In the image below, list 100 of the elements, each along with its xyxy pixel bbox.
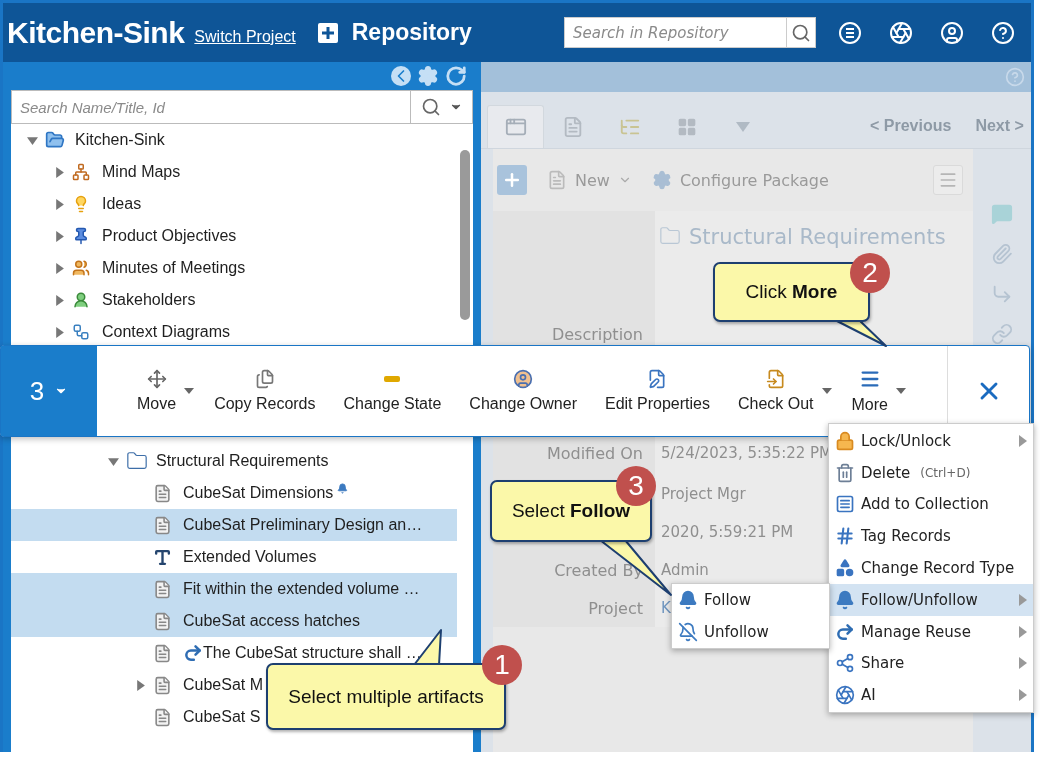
menu-item[interactable]: Add to Collection bbox=[829, 488, 1033, 521]
document-icon bbox=[153, 611, 172, 631]
aperture-icon[interactable] bbox=[889, 20, 913, 45]
expand-toggle-icon[interactable] bbox=[53, 262, 65, 274]
tree-item[interactable]: Structural Requirements bbox=[11, 445, 457, 477]
document-icon bbox=[153, 643, 172, 663]
plus-icon[interactable] bbox=[317, 22, 338, 43]
document-icon bbox=[153, 483, 172, 503]
tree-item-label: Structural Requirements bbox=[156, 452, 329, 470]
expand-toggle-icon[interactable] bbox=[26, 134, 38, 146]
field-label: Modified On bbox=[546, 443, 643, 463]
tree-item-label: Context Diagrams bbox=[102, 323, 231, 341]
tree-item[interactable]: Minutes of Meetings bbox=[11, 252, 457, 284]
settings-icon[interactable] bbox=[417, 65, 439, 87]
menu-item[interactable]: Follow bbox=[672, 584, 829, 616]
toolbar-button[interactable]: Edit Properties bbox=[591, 369, 724, 413]
menu-item[interactable]: Tag Records bbox=[829, 520, 1033, 553]
selection-count-button[interactable]: 3 bbox=[1, 346, 97, 436]
menu-item[interactable]: Share bbox=[829, 647, 1033, 680]
check-out-icon bbox=[765, 369, 786, 389]
tree-item[interactable]: Context Diagrams bbox=[11, 316, 457, 348]
tree-item[interactable]: Mind Maps bbox=[11, 156, 457, 188]
section-title: Repository bbox=[351, 19, 472, 46]
record-heading: Structural Requirements bbox=[689, 225, 946, 249]
pin-icon bbox=[72, 227, 90, 245]
menu-item[interactable]: Lock/Unlock bbox=[829, 425, 1033, 457]
scrollbar-thumb[interactable] bbox=[460, 150, 470, 320]
toolbar-button[interactable]: Change Owner bbox=[455, 369, 591, 413]
search-button[interactable] bbox=[786, 17, 816, 48]
tree-item[interactable]: Product Objectives bbox=[11, 220, 457, 252]
people-icon bbox=[72, 259, 90, 277]
menu-item[interactable]: Unfollow bbox=[672, 615, 829, 648]
search-icon bbox=[791, 22, 811, 43]
folder-icon bbox=[659, 225, 681, 247]
aperture-icon bbox=[835, 685, 855, 706]
list-icon bbox=[835, 494, 855, 515]
person-icon bbox=[513, 369, 534, 389]
tree-item-label: CubeSat Preliminary Design an… bbox=[183, 516, 423, 534]
tree-item[interactable]: Stakeholders bbox=[11, 284, 457, 316]
tree-item-label: Fit within the extended volume … bbox=[183, 580, 420, 598]
tree-item-label: Product Objectives bbox=[102, 227, 237, 245]
toolbar-button[interactable]: More bbox=[837, 368, 902, 414]
tree-item-label: CubeSat M bbox=[183, 676, 264, 694]
bell-off-icon bbox=[678, 621, 698, 642]
callout-text: Click More bbox=[745, 281, 838, 303]
tree-item[interactable]: Extended Volumes bbox=[11, 541, 457, 573]
back-icon[interactable] bbox=[391, 66, 411, 86]
share-icon bbox=[835, 653, 855, 674]
window-icon bbox=[504, 116, 527, 138]
document-icon bbox=[153, 515, 172, 535]
tree-search-field[interactable]: Search Name/Title, Id bbox=[11, 90, 411, 124]
expand-toggle-icon[interactable] bbox=[134, 679, 146, 691]
copy-icon bbox=[254, 369, 275, 389]
search-field[interactable]: Search in Repository bbox=[564, 17, 786, 48]
expand-toggle-icon[interactable] bbox=[53, 166, 65, 178]
tree-item-label: Extended Volumes bbox=[183, 548, 317, 566]
redo-arrow-icon bbox=[835, 621, 855, 642]
menu-icon bbox=[938, 170, 958, 190]
tree-item[interactable]: CubeSat Dimensions bbox=[11, 477, 457, 509]
expand-toggle-icon[interactable] bbox=[53, 230, 65, 242]
trash-icon bbox=[835, 462, 855, 483]
search-icon bbox=[420, 97, 441, 117]
toolbar-button[interactable]: Change State bbox=[329, 369, 456, 413]
menu-item[interactable]: Delete (Ctrl+D) bbox=[829, 456, 1033, 489]
tree-item[interactable]: CubeSat access hatches bbox=[11, 605, 457, 637]
tree-item-label: Ideas bbox=[102, 195, 142, 213]
expand-toggle-icon[interactable] bbox=[53, 326, 65, 338]
document-icon bbox=[547, 170, 567, 190]
person-icon bbox=[72, 291, 90, 309]
bell-icon bbox=[835, 589, 855, 610]
field-value: Admin bbox=[661, 561, 709, 579]
tree-item[interactable]: Kitchen-Sink bbox=[11, 124, 457, 156]
document-icon bbox=[153, 707, 172, 727]
expand-toggle-icon[interactable] bbox=[53, 198, 65, 210]
redo-arrow-icon bbox=[183, 643, 203, 663]
menu-item[interactable]: Change Record Type bbox=[829, 552, 1033, 584]
grid-icon bbox=[676, 117, 697, 137]
tree-item-label: CubeSat Dimensions bbox=[183, 484, 334, 502]
tree-item[interactable]: Ideas bbox=[11, 188, 457, 220]
lock-icon bbox=[835, 430, 855, 451]
refresh-icon[interactable] bbox=[445, 65, 467, 87]
user-icon[interactable] bbox=[940, 20, 964, 45]
document-icon bbox=[153, 675, 172, 695]
menu-item[interactable]: AI bbox=[829, 679, 1033, 712]
expand-toggle-icon[interactable] bbox=[107, 455, 119, 467]
tree-item[interactable]: Fit within the extended volume … bbox=[11, 573, 457, 605]
search-button[interactable] bbox=[411, 90, 473, 124]
toolbar-button[interactable]: Check Out bbox=[723, 369, 828, 413]
paperclip-icon[interactable] bbox=[991, 243, 1013, 265]
mind-map-icon bbox=[72, 163, 90, 181]
expand-toggle-icon[interactable] bbox=[53, 294, 65, 306]
tree-item[interactable]: CubeSat Preliminary Design an… bbox=[11, 509, 457, 541]
list-circle-icon[interactable] bbox=[838, 20, 862, 45]
switch-project-link[interactable]: Switch Project bbox=[194, 27, 296, 46]
menu-item[interactable]: Follow/Unfollow bbox=[829, 584, 1033, 616]
gear-icon bbox=[651, 170, 672, 190]
tree-item-label: Stakeholders bbox=[102, 291, 196, 309]
document-icon bbox=[153, 579, 172, 599]
toolbar-button[interactable]: Move bbox=[123, 369, 191, 413]
toolbar-button[interactable]: Copy Records bbox=[200, 369, 330, 413]
